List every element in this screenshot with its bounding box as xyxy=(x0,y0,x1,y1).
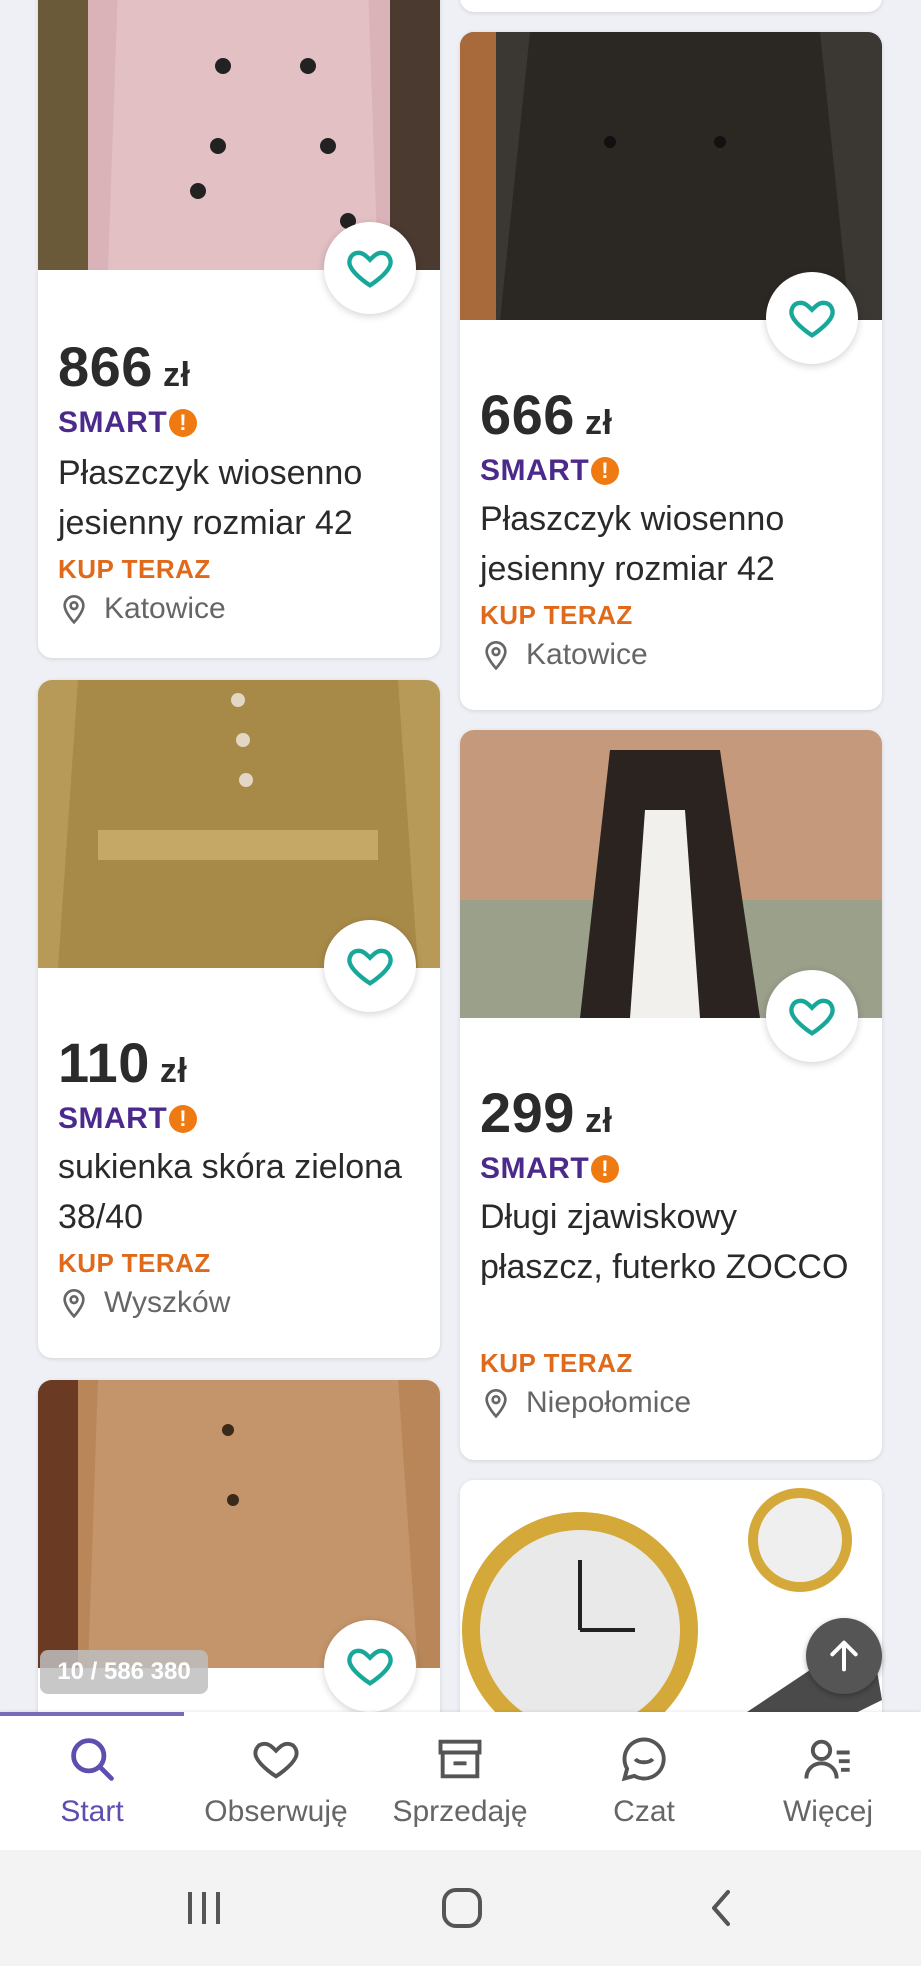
arrow-up-icon xyxy=(830,1640,858,1672)
location-pin-icon xyxy=(63,595,85,625)
favorite-button[interactable] xyxy=(766,970,858,1062)
smart-badge: SMART! xyxy=(480,454,620,488)
price: 866 zł xyxy=(58,335,191,398)
buy-now-label: KUP TERAZ xyxy=(58,1248,211,1278)
chat-icon xyxy=(621,1737,666,1782)
store-icon xyxy=(438,1739,482,1779)
location: Wyszków xyxy=(58,1286,230,1320)
results-counter: 10 / 586 380 xyxy=(40,1650,208,1694)
bottom-navigation: Start Obserwuję Sprzedaję Czat Więcej xyxy=(0,1712,921,1850)
back-icon[interactable] xyxy=(702,1888,742,1928)
smart-icon: ! xyxy=(591,457,620,485)
nav-label: Start xyxy=(60,1795,124,1828)
nav-start[interactable]: Start xyxy=(0,1712,184,1850)
location-pin-icon xyxy=(485,1389,507,1419)
buy-now-label: KUP TERAZ xyxy=(480,1348,633,1378)
listing-title[interactable]: sukienka skóra zielona 38/40 xyxy=(58,1142,424,1242)
location-pin-icon xyxy=(63,1289,85,1319)
heart-icon xyxy=(789,300,835,338)
nav-obserwuje[interactable]: Obserwuję xyxy=(184,1712,368,1850)
nav-label: Czat xyxy=(613,1795,675,1828)
buy-now-label: KUP TERAZ xyxy=(58,554,211,584)
location: Niepołomice xyxy=(480,1386,691,1420)
nav-czat[interactable]: Czat xyxy=(552,1712,736,1850)
heart-icon xyxy=(789,998,835,1036)
heart-icon xyxy=(347,250,393,288)
active-tab-indicator xyxy=(0,1712,184,1716)
listing-title[interactable]: Długi zjawiskowy płaszcz, futerko ZOCCO xyxy=(480,1192,866,1292)
price: 110 zł xyxy=(58,1031,188,1094)
location: Katowice xyxy=(480,638,648,672)
nav-label: Obserwuję xyxy=(204,1795,348,1828)
smart-badge: SMART! xyxy=(58,1102,198,1136)
listing-card[interactable]: 866 zł SMART! Płaszczyk wiosenno jesienny… xyxy=(38,0,440,658)
nav-sprzedaje[interactable]: Sprzedaję xyxy=(368,1712,552,1850)
listing-card[interactable]: 666 zł SMART! Płaszczyk wiosenno jesienny… xyxy=(460,32,882,710)
listing-title[interactable]: Płaszczyk wiosenno jesienny rozmiar 42 xyxy=(58,448,424,548)
listing-card[interactable]: 299 zł SMART! Długi zjawiskowy płaszcz, f… xyxy=(460,730,882,1460)
price: 299 zł xyxy=(480,1081,613,1144)
nav-wiecej[interactable]: Więcej xyxy=(736,1712,920,1850)
nav-label: Sprzedaję xyxy=(392,1795,528,1828)
user-menu-icon xyxy=(804,1739,850,1779)
recent-apps-icon[interactable] xyxy=(184,1888,224,1928)
listing-title[interactable]: Płaszczyk wiosenno jesienny rozmiar 42 xyxy=(480,494,866,594)
smart-icon: ! xyxy=(591,1155,620,1183)
price: 666 zł xyxy=(480,383,613,446)
smart-badge: SMART! xyxy=(58,406,198,440)
system-navigation-bar xyxy=(0,1850,921,1966)
location: Katowice xyxy=(58,592,226,626)
home-icon[interactable] xyxy=(440,1886,484,1930)
favorite-button[interactable] xyxy=(766,272,858,364)
favorite-button[interactable] xyxy=(324,1620,416,1712)
listing-card[interactable] xyxy=(460,0,882,12)
search-icon xyxy=(71,1738,114,1781)
smart-icon: ! xyxy=(169,409,198,437)
location-pin-icon xyxy=(485,641,507,671)
listing-card[interactable]: 110 zł SMART! sukienka skóra zielona 38/4… xyxy=(38,680,440,1358)
smart-icon: ! xyxy=(169,1105,198,1133)
heart-icon xyxy=(347,948,393,986)
nav-label: Więcej xyxy=(782,1795,873,1828)
smart-badge: SMART! xyxy=(480,1152,620,1186)
scroll-top-button[interactable] xyxy=(806,1618,882,1694)
heart-icon xyxy=(347,1648,393,1686)
favorite-button[interactable] xyxy=(324,222,416,314)
heart-icon xyxy=(253,1741,299,1779)
favorite-button[interactable] xyxy=(324,920,416,1012)
buy-now-label: KUP TERAZ xyxy=(480,600,633,630)
